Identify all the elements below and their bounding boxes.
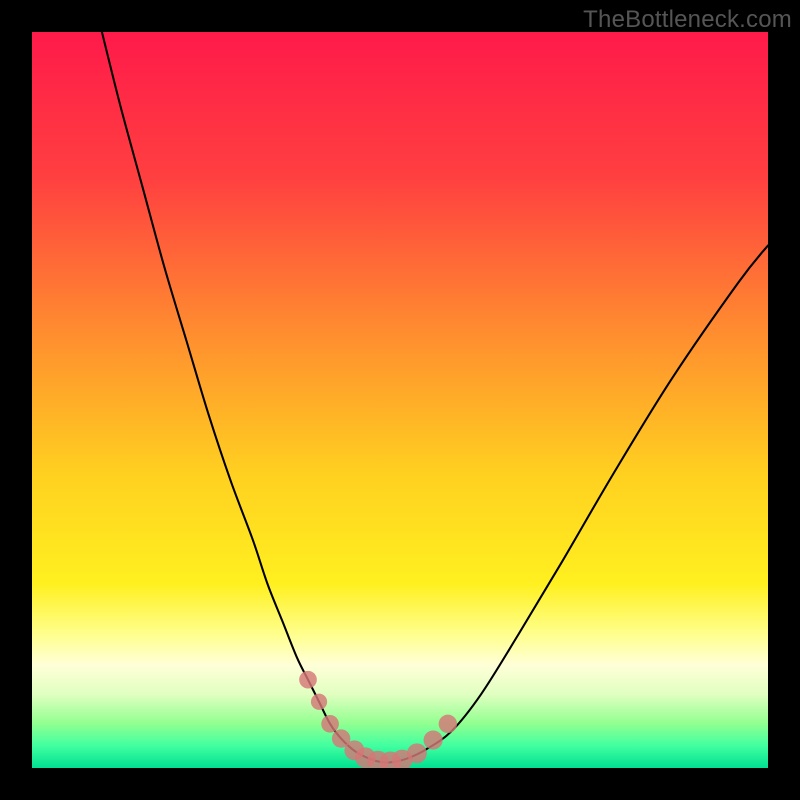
plot-area (32, 32, 768, 768)
curve-marker (424, 730, 443, 749)
curve-markers (299, 671, 457, 768)
bottleneck-curve (102, 32, 768, 763)
curve-marker (407, 743, 427, 763)
curve-layer (32, 32, 768, 768)
curve-marker (321, 715, 339, 733)
curve-marker (299, 671, 317, 689)
watermark-text: TheBottleneck.com (583, 6, 792, 34)
chart-container: TheBottleneck.com (0, 0, 800, 800)
curve-marker (311, 694, 327, 710)
curve-marker (439, 715, 457, 733)
